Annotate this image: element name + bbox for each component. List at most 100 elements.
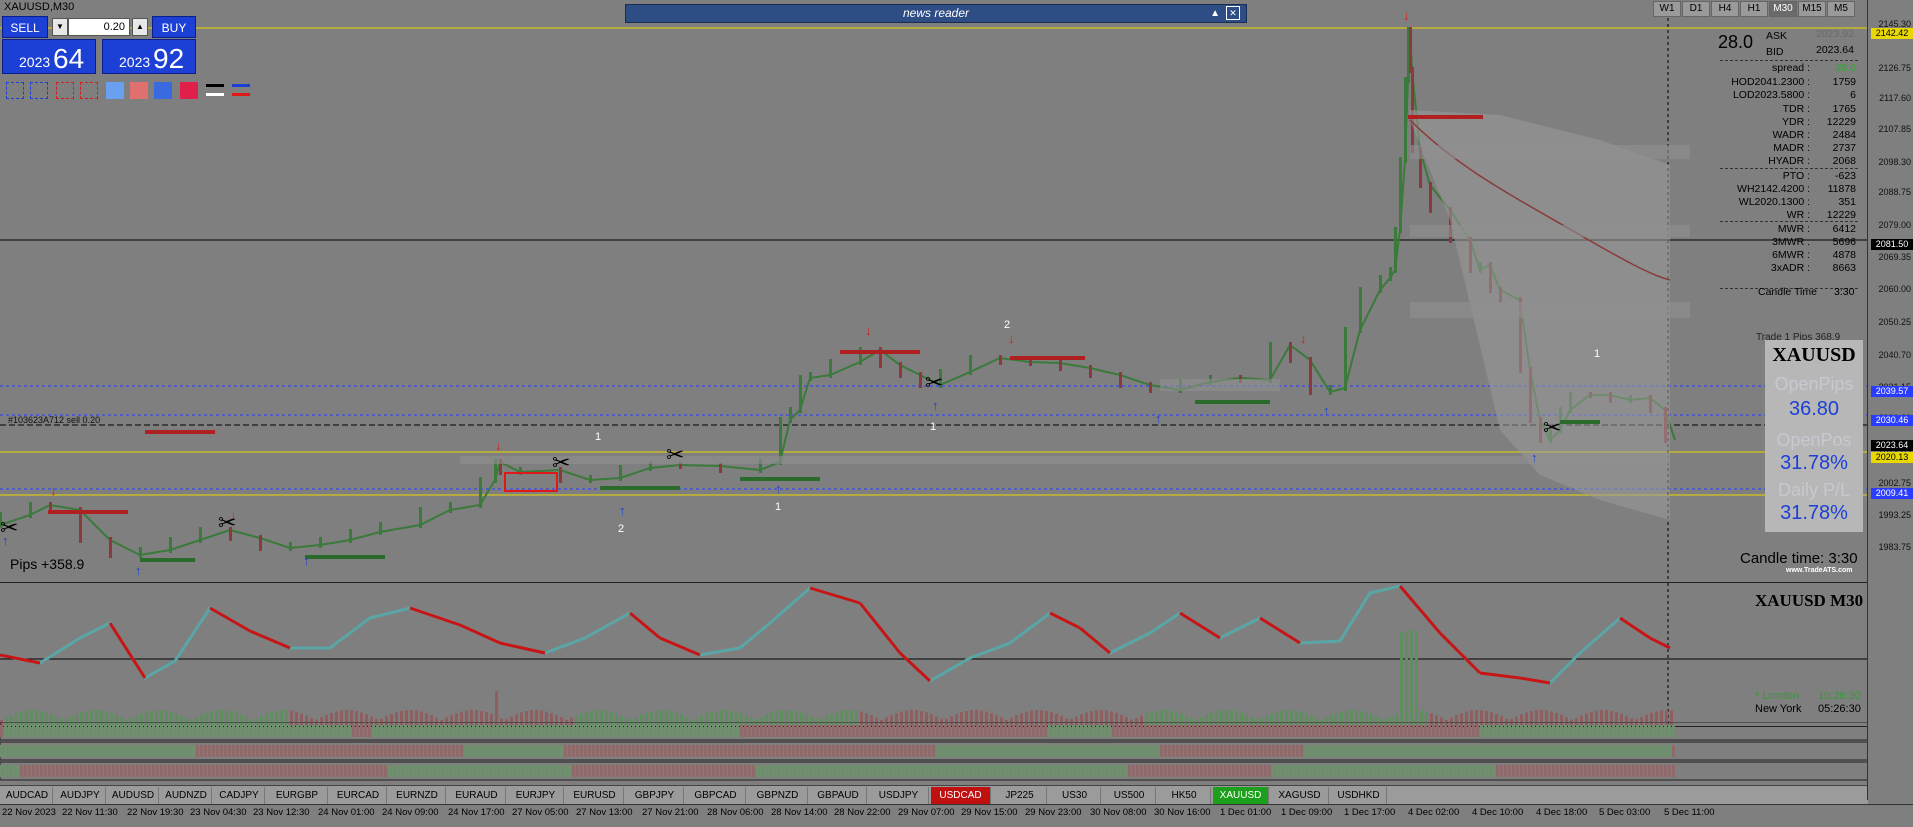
volume-bar [1400, 632, 1403, 726]
strength-cell [1480, 725, 1483, 737]
strength-cell [1440, 765, 1443, 777]
strength-cell [1444, 765, 1447, 777]
ask-quote-button[interactable]: 2023 92 [102, 39, 196, 74]
lot-size-input[interactable]: 0.20 [68, 18, 130, 36]
strength-cell [652, 725, 655, 737]
blue-red-line-tool-icon[interactable] [232, 82, 250, 99]
timeframe-d1-button[interactable]: D1 [1682, 1, 1710, 17]
strength-cell [1300, 725, 1303, 737]
symbol-tab-audusd[interactable]: AUDUSD [108, 787, 159, 804]
strength-cell [1652, 745, 1655, 757]
strength-cell [704, 765, 707, 777]
blue-rectangle-tool-icon[interactable] [6, 82, 24, 99]
strength-cell [1456, 765, 1459, 777]
strength-cell [840, 765, 843, 777]
strength-cell [1288, 745, 1291, 757]
symbol-tab-xagusd[interactable]: XAGUSD [1271, 787, 1329, 804]
strength-cell [596, 745, 599, 757]
ask-quote-prefix: 2023 [119, 54, 151, 70]
symbol-tab-audjpy[interactable]: AUDJPY [55, 787, 106, 804]
strength-cell [224, 745, 227, 757]
symbol-tab-audnzd[interactable]: AUDNZD [161, 787, 212, 804]
price-tag: 2023.64 [1871, 440, 1913, 451]
strength-cell [948, 725, 951, 737]
collapse-icon[interactable]: ▲ [1210, 5, 1220, 22]
timeframe-h1-button[interactable]: H1 [1740, 1, 1768, 17]
lot-down-icon[interactable]: ▼ [52, 18, 68, 36]
symbol-tab-usdcad[interactable]: USDCAD [931, 787, 991, 804]
strength-cell [348, 765, 351, 777]
symbol-tab-us500[interactable]: US500 [1103, 787, 1156, 804]
oscillator-falling-segment [858, 602, 902, 654]
sell-button[interactable]: SELL [2, 16, 48, 38]
symbol-tab-xauusd[interactable]: XAUUSD [1213, 787, 1269, 804]
strength-cell [612, 765, 615, 777]
time-axis-label: 30 Nov 16:00 [1154, 807, 1211, 818]
black-white-line-tool-icon[interactable] [206, 82, 224, 99]
symbol-tab-gbpaud[interactable]: GBPAUD [810, 787, 867, 804]
oscillator-subwindow[interactable]: XAUUSD M30 * London 10:26:30 New York 05… [0, 583, 1868, 727]
symbol-tab-eurgbp[interactable]: EURGBP [267, 787, 328, 804]
strength-cell [1668, 765, 1671, 777]
symbol-tab-usdjpy[interactable]: USDJPY [869, 787, 929, 804]
news-reader-bar[interactable]: news reader ▲ ✕ [625, 4, 1247, 23]
symbol-tab-gbpnzd[interactable]: GBPNZD [748, 787, 808, 804]
symbol-tab-eurcad[interactable]: EURCAD [330, 787, 387, 804]
resistance-segment [840, 350, 920, 354]
strength-cell [1132, 765, 1135, 777]
crimson-fill-tool-icon[interactable] [180, 82, 198, 99]
symbol-tab-eurjpy[interactable]: EURJPY [508, 787, 564, 804]
symbol-tab-euraud[interactable]: EURAUD [448, 787, 506, 804]
strength-cell [668, 745, 671, 757]
symbol-tab-hk50[interactable]: HK50 [1158, 787, 1211, 804]
strength-cell [940, 765, 943, 777]
red-dashed-rectangle-tool-icon[interactable] [80, 82, 98, 99]
red-rectangle-tool-icon[interactable] [56, 82, 74, 99]
strength-cell [1348, 765, 1351, 777]
price-chart[interactable]: ↓↓↓↓↓↓↓↑↑↑↑↑↑↑↑↑✂ ✂✂ ✂✂✂122111 [0, 0, 1868, 582]
strength-cell [1100, 745, 1103, 757]
timeframe-m15-button[interactable]: M15 [1798, 1, 1826, 17]
light-blue-fill-tool-icon[interactable] [106, 82, 124, 99]
strength-cell [1116, 745, 1119, 757]
symbol-tab-gbpjpy[interactable]: GBPJPY [626, 787, 684, 804]
blue-fill-tool-icon[interactable] [154, 82, 172, 99]
strength-cell [596, 725, 599, 737]
blue-dashed-rectangle-tool-icon[interactable] [30, 82, 48, 99]
buy-button[interactable]: BUY [152, 16, 196, 38]
strength-cell [240, 765, 243, 777]
strength-cell [540, 765, 543, 777]
main-chart-pane[interactable]: ↓ ↓ ↓ ↓ ↓ ↓ ↓ ↑ ↑ ↑ ↑ ↑ ↑ ↑ ↑ ↑ ✂ ✂ ✂ ✂ ✂ ✂ 1 2 2 1 1 1 [0, 0, 1868, 583]
close-icon[interactable]: ✕ [1226, 6, 1240, 20]
symbol-tab-gbpcad[interactable]: GBPCAD [686, 787, 746, 804]
strength-cell [1140, 745, 1143, 757]
info-row-value: 12229 [1826, 116, 1856, 128]
symbol-tab-audcad[interactable]: AUDCAD [2, 787, 53, 804]
symbol-tab-cadjpy[interactable]: CADJPY [214, 787, 265, 804]
symbol-tab-jp225[interactable]: JP225 [993, 787, 1047, 804]
timeframe-m5-button[interactable]: M5 [1827, 1, 1855, 17]
symbol-tab-eurusd[interactable]: EURUSD [566, 787, 624, 804]
strength-cell [864, 745, 867, 757]
timeframe-m30-button[interactable]: M30 [1769, 1, 1797, 17]
strength-cell [684, 765, 687, 777]
symbol-tab-usdhkd[interactable]: USDHKD [1331, 787, 1387, 804]
strength-cell [220, 745, 223, 757]
light-red-fill-tool-icon[interactable] [130, 82, 148, 99]
strength-cell [612, 725, 615, 737]
strength-cell [1212, 765, 1215, 777]
strength-cell [488, 765, 491, 777]
strength-cell [80, 745, 83, 757]
lot-up-icon[interactable]: ▲ [132, 18, 148, 36]
strength-cell [1452, 765, 1455, 777]
strength-cell [100, 765, 103, 777]
symbol-tab-us30[interactable]: US30 [1049, 787, 1101, 804]
position-summary-box: XAUUSD OpenPips 36.80 OpenPos 31.78% Dai… [1765, 340, 1863, 532]
strength-cell [656, 745, 659, 757]
strength-cell [616, 725, 619, 737]
symbol-tab-eurnzd[interactable]: EURNZD [389, 787, 446, 804]
timeframe-w1-button[interactable]: W1 [1653, 1, 1681, 17]
bid-quote-button[interactable]: 2023 64 [2, 39, 96, 74]
timeframe-h4-button[interactable]: H4 [1711, 1, 1739, 17]
strength-cell [904, 725, 907, 737]
